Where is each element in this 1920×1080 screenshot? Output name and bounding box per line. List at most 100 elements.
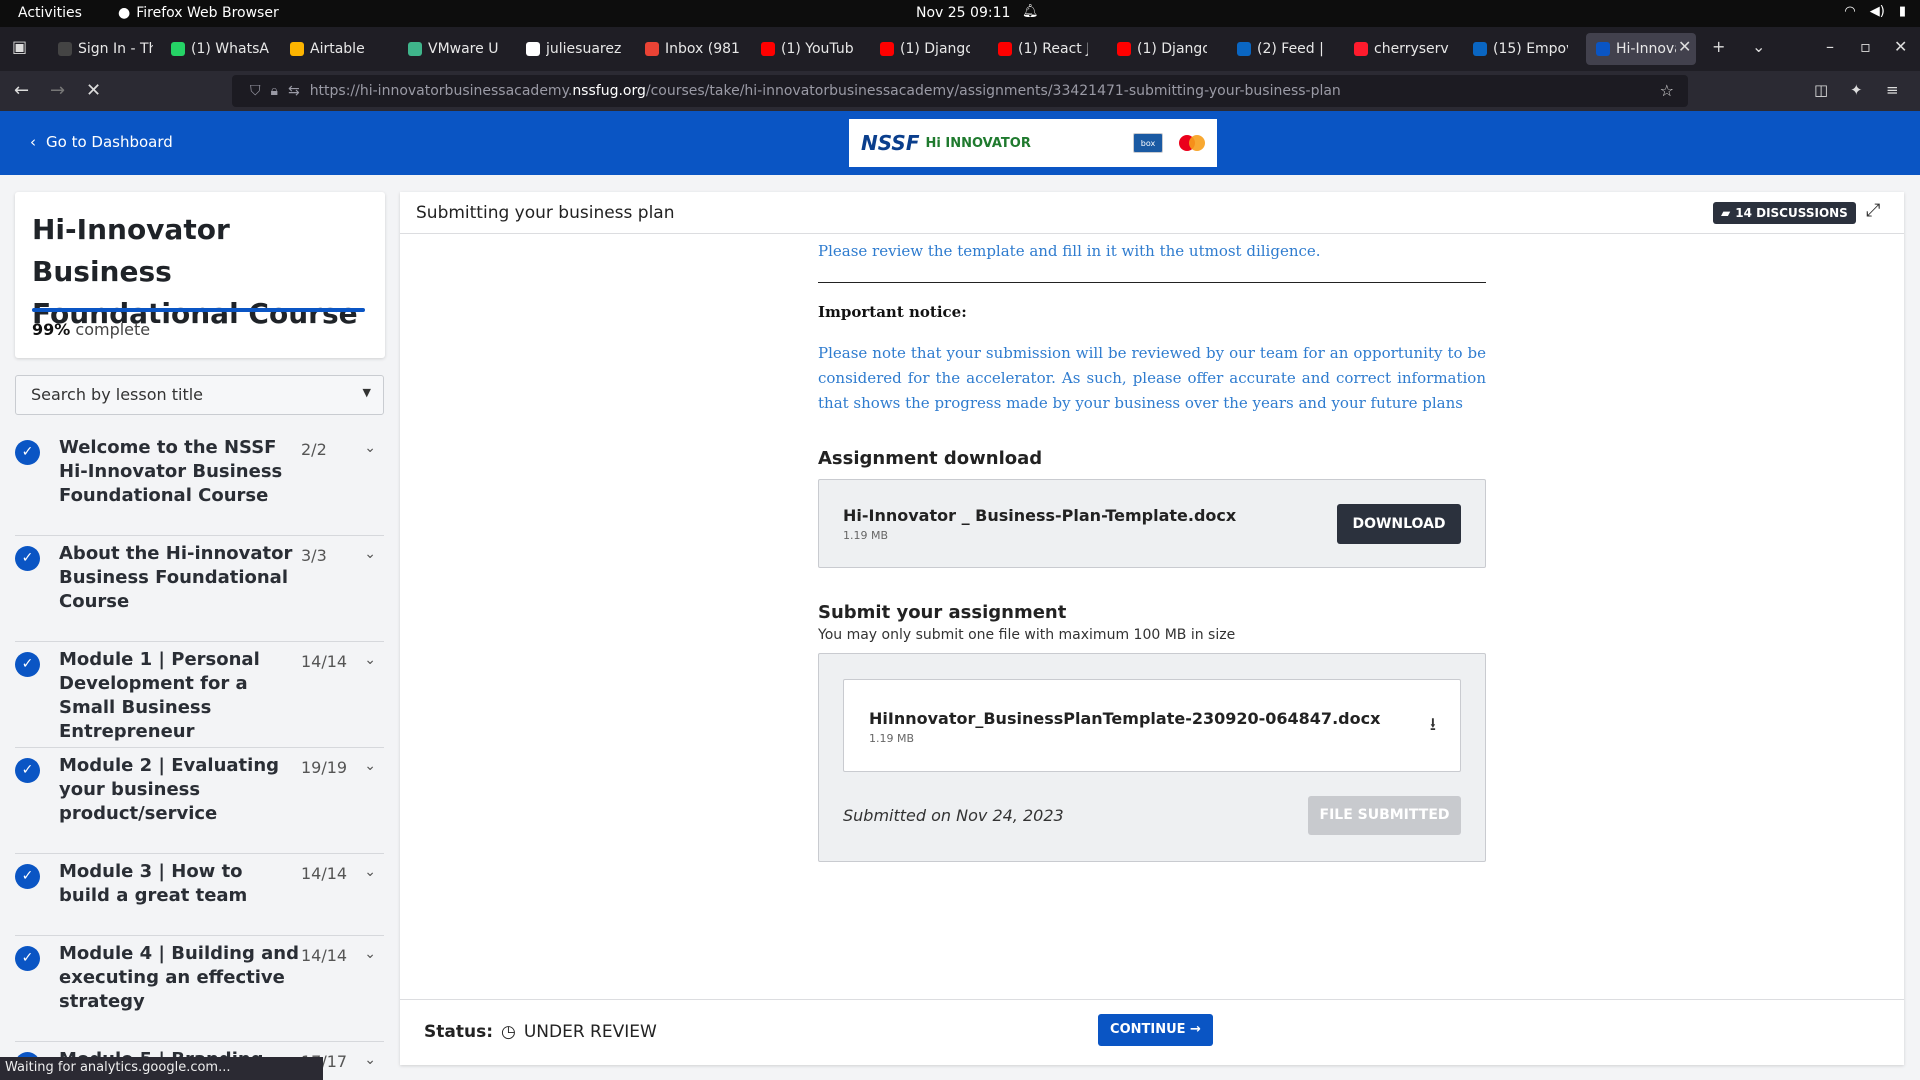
submitted-file-size: 1.19 MB xyxy=(869,732,915,745)
check-circle-icon: ✓ xyxy=(15,440,40,465)
browser-tab[interactable]: Inbox (981) xyxy=(645,37,740,61)
browser-tab[interactable]: Airtable xyxy=(290,37,370,61)
browser-tab[interactable]: VMware Ur xyxy=(408,37,498,61)
check-circle-icon: ✓ xyxy=(15,864,40,889)
menu-icon[interactable]: ≡ xyxy=(1886,81,1899,99)
shield-icon[interactable]: ⛉ xyxy=(250,83,261,99)
browser-tab[interactable]: (2) Feed | L xyxy=(1237,37,1327,61)
submitted-file-name: HiInnovator_BusinessPlanTemplate-230920-… xyxy=(869,709,1381,728)
permissions-icon[interactable]: ⇆ xyxy=(288,83,300,99)
chevron-down-icon[interactable]: ⌄ xyxy=(364,758,376,774)
close-tab-icon[interactable]: ✕ xyxy=(1678,37,1691,56)
chevron-down-icon[interactable]: ⌄ xyxy=(364,546,376,562)
chapter-item[interactable]: ✓ Module 4 | Building and executing an ef… xyxy=(15,936,384,1042)
notice-heading: Important notice: xyxy=(818,303,967,321)
linkedin-icon xyxy=(1237,42,1251,56)
intro-text: Please review the template and fill in i… xyxy=(818,242,1321,260)
stop-loading-icon[interactable]: ✕ xyxy=(86,80,101,101)
divider xyxy=(818,282,1486,283)
browser-tab[interactable]: Sign In - Th xyxy=(58,37,153,61)
status-label: Status: xyxy=(424,1022,493,1042)
discussions-button[interactable]: ▰ 14 DISCUSSIONS xyxy=(1713,202,1856,224)
pocket-icon[interactable]: ◫ xyxy=(1814,81,1828,99)
youtube-icon xyxy=(880,42,894,56)
continue-button[interactable]: CONTINUE → xyxy=(1098,1014,1213,1046)
course-progress-card: Hi-Innovator Business Foundational Cours… xyxy=(15,192,385,358)
vmware-icon xyxy=(408,42,422,56)
status-indicator: Status: ◷ UNDER REVIEW xyxy=(424,1022,657,1042)
browser-tab[interactable]: (1) YouTub xyxy=(761,37,856,61)
back-arrow-icon[interactable]: ← xyxy=(14,80,29,101)
url-bar[interactable]: ⛉ 🔒︎ ⇆ https://hi-innovatorbusinessacade… xyxy=(232,75,1688,107)
lesson-search-dropdown[interactable]: Search by lesson title ▼ xyxy=(15,375,384,415)
tab-label: cherryserve xyxy=(1374,41,1449,57)
box-logo: box xyxy=(1133,133,1163,153)
check-circle-icon: ✓ xyxy=(15,652,40,677)
minimize-icon[interactable]: – xyxy=(1826,37,1834,56)
browser-tab[interactable]: cherryserve xyxy=(1354,37,1449,61)
chapter-count: 2/2 xyxy=(301,440,327,459)
chapter-item[interactable]: ✓ Module 2 | Evaluating your business pro… xyxy=(15,748,384,854)
forward-arrow-icon[interactable]: → xyxy=(50,80,65,101)
browser-tab[interactable]: juliesuarez xyxy=(526,37,621,61)
clock[interactable]: Nov 25 09:11 xyxy=(916,5,1010,21)
site-header: ‹ Go to Dashboard NSSF Hi INNOVATOR box xyxy=(0,111,1920,175)
chapter-title: Welcome to the NSSF Hi-Innovator Busines… xyxy=(59,437,283,506)
chevron-down-icon[interactable]: ⌄ xyxy=(364,946,376,962)
chevron-down-icon[interactable]: ⌄ xyxy=(364,864,376,880)
chevron-down-icon[interactable]: ⌄ xyxy=(364,440,376,456)
go-to-dashboard-label: Go to Dashboard xyxy=(46,133,173,151)
maximize-icon[interactable]: ▫ xyxy=(1860,37,1871,56)
tab-label: VMware Ur xyxy=(428,41,498,57)
lesson-panel: Submitting your business plan ▰ 14 DISCUS… xyxy=(400,192,1904,1065)
browser-tab[interactable]: (1) Django xyxy=(880,37,970,61)
chapter-item[interactable]: ✓ Module 1 | Personal Development for a S… xyxy=(15,642,384,748)
tab-label: (1) YouTub xyxy=(781,41,854,57)
browser-tab[interactable]: (1) Django xyxy=(1117,37,1207,61)
lesson-content: Please review the template and fill in i… xyxy=(818,242,1486,862)
browser-status-text: Waiting for analytics.google.com... xyxy=(0,1057,323,1080)
lesson-search-placeholder: Search by lesson title xyxy=(31,385,204,404)
tab-label: (15) Empov xyxy=(1493,41,1568,57)
go-to-dashboard-link[interactable]: ‹ Go to Dashboard xyxy=(30,133,173,151)
app-menu[interactable]: ● Firefox Web Browser xyxy=(118,5,279,21)
navigation-bar: ← → ✕ ⛉ 🔒︎ ⇆ https://hi-innovatorbusines… xyxy=(0,71,1920,111)
hi-innovator-logo-text: Hi INNOVATOR xyxy=(925,135,1031,151)
chapter-item[interactable]: ✓ Welcome to the NSSF Hi-Innovator Busine… xyxy=(15,430,384,536)
browser-tab[interactable]: (1) WhatsA xyxy=(171,37,271,61)
extensions-icon[interactable]: ✦ xyxy=(1850,81,1863,99)
chevron-left-icon: ‹ xyxy=(30,133,36,151)
tab-label: Sign In - Th xyxy=(78,41,153,57)
page-icon xyxy=(58,42,72,56)
expand-icon[interactable]: ⤢ xyxy=(1866,200,1880,221)
course-progress-bar xyxy=(32,308,365,312)
nssf-logo-text: NSSF xyxy=(861,131,920,155)
browser-tab[interactable]: (1) React Ja xyxy=(998,37,1088,61)
bookmark-star-icon[interactable]: ☆ xyxy=(1660,81,1674,100)
check-circle-icon: ✓ xyxy=(15,758,40,783)
system-tray[interactable]: ◠ ◀) ▮ xyxy=(1844,4,1906,19)
tab-list-chevron-icon[interactable]: ⌄ xyxy=(1752,37,1765,56)
url-text: https://hi-innovatorbusinessacademy.nssf… xyxy=(309,83,1341,99)
lesson-title: Submitting your business plan xyxy=(416,203,675,223)
chevron-down-icon[interactable]: ⌄ xyxy=(364,1052,376,1068)
caret-down-icon: ▼ xyxy=(362,386,371,399)
close-window-icon[interactable]: ✕ xyxy=(1894,37,1907,56)
opera-icon xyxy=(1354,42,1368,56)
chevron-down-icon[interactable]: ⌄ xyxy=(364,652,376,668)
status-value: UNDER REVIEW xyxy=(523,1022,657,1042)
download-button[interactable]: DOWNLOAD xyxy=(1337,504,1461,544)
youtube-icon xyxy=(1117,42,1131,56)
browser-tab[interactable]: (15) Empov xyxy=(1473,37,1568,61)
tab-label: (1) WhatsA xyxy=(191,41,269,57)
activities-button[interactable]: Activities xyxy=(18,5,82,21)
download-file-icon[interactable]: ⭳ xyxy=(1430,712,1436,742)
system-top-bar: Activities ● Firefox Web Browser Nov 25 0… xyxy=(0,0,1920,27)
lock-icon[interactable]: 🔒︎ xyxy=(271,83,278,99)
new-tab-icon[interactable]: + xyxy=(1712,37,1725,56)
file-submitted-button[interactable]: FILE SUBMITTED xyxy=(1308,796,1461,835)
browser-tab[interactable]: Hi-Innova xyxy=(1596,37,1676,61)
chapter-item[interactable]: ✓ Module 3 | How to build a great team 14/… xyxy=(15,854,384,936)
tab-overview-icon[interactable]: ▣ xyxy=(12,37,27,56)
chapter-item[interactable]: ✓ About the Hi-innovator Business Foundat… xyxy=(15,536,384,642)
